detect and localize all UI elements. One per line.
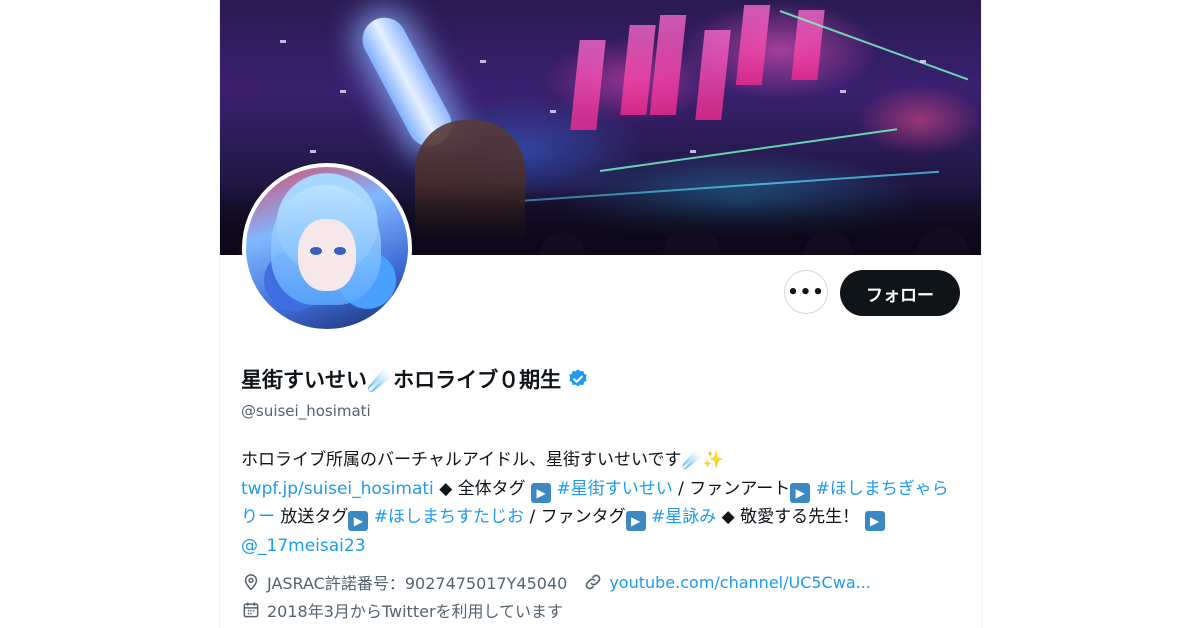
teacher-mention-link[interactable]: @_17meisai23 bbox=[241, 536, 366, 556]
play-emoji-icon: ▶ bbox=[790, 482, 811, 503]
bio-respect-label: 敬愛する先生！ bbox=[740, 507, 860, 527]
play-emoji-icon: ▶ bbox=[625, 511, 646, 531]
calendar-icon bbox=[243, 602, 259, 618]
bio-intro: ホロライブ所属のバーチャルアイドル、星街すいせいです☄️✨ bbox=[241, 450, 724, 470]
play-emoji-icon: ▶ bbox=[864, 511, 885, 531]
hashtag-fan[interactable]: #星詠み bbox=[651, 507, 716, 527]
bio-fan-tag-label: ファンタグ bbox=[540, 507, 626, 527]
bio-diamond: ◆ bbox=[721, 507, 735, 527]
profile-bio: ホロライブ所属のバーチャルアイドル、星街すいせいです☄️✨ twpf.jp/su… bbox=[241, 446, 961, 560]
join-date-text: 2018年3月からTwitterを利用しています bbox=[267, 602, 564, 621]
display-name: 星街すいせい☄️ホロライブ０期生 bbox=[241, 368, 562, 392]
location-text: JASRAC許諾番号：9027475017Y45040 bbox=[267, 574, 568, 593]
hashtag-suisei[interactable]: #星街すいせい bbox=[556, 479, 672, 499]
bio-profile-link[interactable]: twpf.jp/suisei_hosimati bbox=[241, 479, 434, 499]
profile-meta-row: JASRAC許諾番号：9027475017Y45040 youtube.com/… bbox=[241, 570, 871, 594]
verified-badge-icon[interactable] bbox=[567, 368, 589, 390]
more-icon: ••• bbox=[787, 281, 825, 303]
bio-all-tag-label: 全体タグ bbox=[457, 478, 526, 499]
more-options-button[interactable]: ••• bbox=[784, 270, 828, 314]
user-handle: @suisei_hosimati bbox=[241, 402, 371, 420]
play-emoji-icon: ▶ bbox=[348, 511, 369, 531]
hashtag-stream[interactable]: #ほしまちすたじお bbox=[374, 507, 524, 527]
location-icon bbox=[244, 574, 258, 591]
bio-stream-tag-label: 放送タグ bbox=[280, 507, 349, 527]
bio-fanart-label: ファンアート bbox=[689, 478, 791, 499]
play-emoji-icon: ▶ bbox=[531, 482, 552, 503]
display-name-row: 星街すいせい☄️ホロライブ０期生 bbox=[241, 364, 589, 394]
link-icon bbox=[585, 574, 601, 590]
profile-card: ••• フォロー 星街すいせい☄️ホロライブ０期生 @suisei_hosima… bbox=[219, 0, 982, 628]
bio-separator: / bbox=[529, 507, 536, 527]
website-link[interactable]: youtube.com/channel/UC5Cwa... bbox=[609, 573, 871, 592]
follow-button-label: フォロー bbox=[866, 285, 934, 306]
bio-separator: / bbox=[678, 478, 684, 499]
follow-button[interactable]: フォロー bbox=[840, 270, 960, 316]
bio-diamond: ◆ bbox=[439, 478, 453, 499]
profile-avatar[interactable] bbox=[242, 163, 412, 333]
join-date-row: 2018年3月からTwitterを利用しています bbox=[241, 598, 563, 622]
